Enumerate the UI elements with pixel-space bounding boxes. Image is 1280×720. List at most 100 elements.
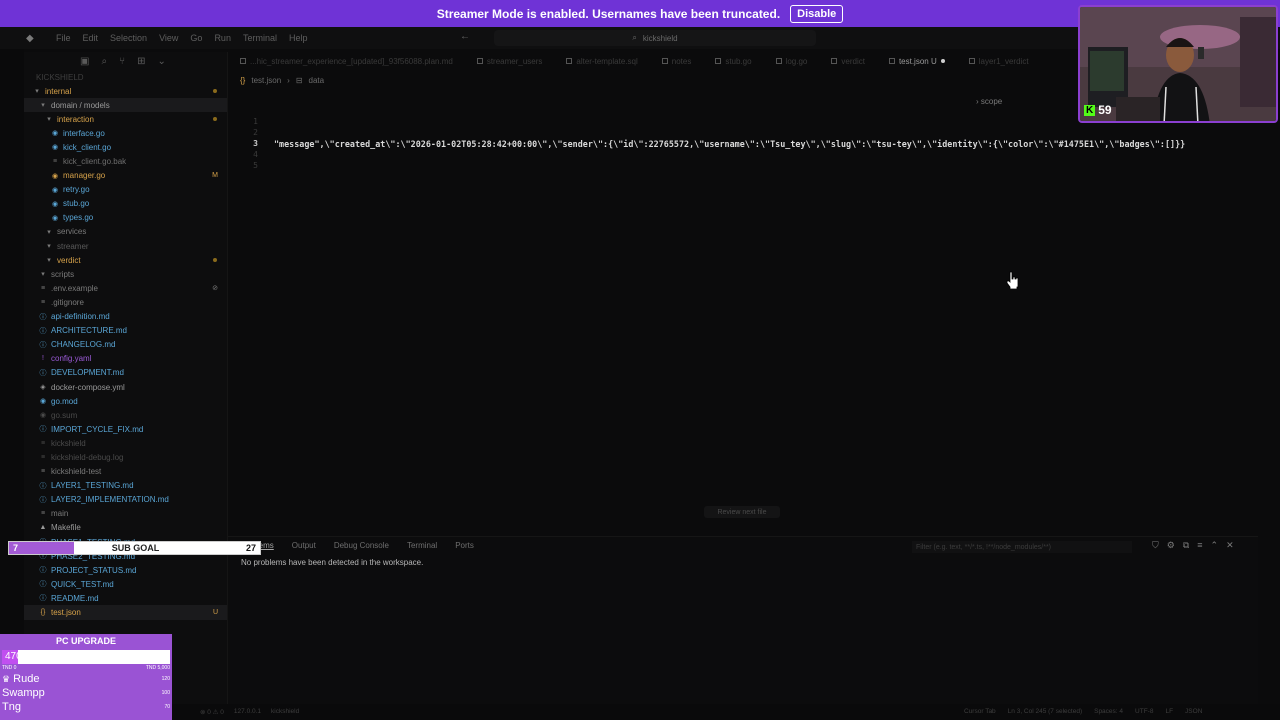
unsaved-dot-icon[interactable] xyxy=(940,59,945,63)
menu-go[interactable]: Go xyxy=(190,33,202,43)
code-editor[interactable]: 1 2 3 4 5 "message",\"created_at\":\"202… xyxy=(228,90,1258,530)
tree-item[interactable]: ⓘ CHANGELOG.md xyxy=(24,338,227,352)
editor-tab[interactable]: alter-template.sql xyxy=(554,52,649,70)
command-center[interactable]: ⌕ kickshield xyxy=(494,30,816,46)
status-language[interactable]: JSON xyxy=(1185,708,1202,715)
tree-item[interactable]: ⓘ DEVELOPMENT.md xyxy=(24,366,227,380)
tree-item[interactable]: ▾ internal xyxy=(24,84,227,98)
tree-item[interactable]: ⓘ ARCHITECTURE.md xyxy=(24,324,227,338)
status-cursor-tab[interactable]: Cursor Tab xyxy=(964,708,996,715)
tree-item[interactable]: ≡ kickshield-debug.log xyxy=(24,450,227,464)
filter-icon[interactable]: ⛉ xyxy=(1152,540,1159,551)
breadcrumb-key[interactable]: data xyxy=(309,76,325,85)
tree-item[interactable]: {} test.json U xyxy=(24,605,227,620)
status-problems[interactable]: ⊗ 0 ⚠ 0 xyxy=(200,708,224,716)
tree-item[interactable]: ◉ retry.go xyxy=(24,183,227,197)
go-file-icon: ◉ xyxy=(51,186,59,194)
tree-item[interactable]: ≡ kickshield xyxy=(24,436,227,450)
extensions-icon[interactable]: ⊞ xyxy=(137,56,145,67)
menu-edit[interactable]: Edit xyxy=(83,33,99,43)
search-icon[interactable]: ⌕ xyxy=(101,56,107,67)
tree-item[interactable]: ≡ .env.example ⊘ xyxy=(24,281,227,295)
tree-item-label: .gitignore xyxy=(51,297,84,307)
menu-selection[interactable]: Selection xyxy=(110,33,147,43)
close-icon[interactable]: ✕ xyxy=(1226,540,1234,551)
tree-item[interactable]: ⓘ LAYER1_TESTING.md xyxy=(24,479,227,493)
disable-button[interactable]: Disable xyxy=(790,4,844,23)
menu-view[interactable]: View xyxy=(159,33,178,43)
menu-terminal[interactable]: Terminal xyxy=(243,33,277,43)
tree-item-label: DEVELOPMENT.md xyxy=(51,368,124,378)
tree-item[interactable]: ≡ kickshield-test xyxy=(24,465,227,479)
md-file-icon: ⓘ xyxy=(39,595,47,603)
copy-icon[interactable]: ⧉ xyxy=(1183,540,1189,551)
editor-tab[interactable]: layer1_verdict xyxy=(957,52,1041,70)
tree-item-label: kickshield-debug.log xyxy=(51,452,124,462)
editor-tab[interactable]: verdict xyxy=(819,52,877,70)
problems-filter-input[interactable]: Filter (e.g. text, **/*.ts, !**/node_mod… xyxy=(912,541,1132,553)
status-indent[interactable]: Spaces: 4 xyxy=(1094,708,1123,715)
status-project[interactable]: kickshield xyxy=(271,708,299,716)
status-position[interactable]: Ln 3, Col 245 (7 selected) xyxy=(1008,708,1082,715)
tab-debug-console[interactable]: Debug Console xyxy=(334,541,389,550)
editor-tab[interactable]: ...hic_streamer_experience_[updated]_93f… xyxy=(228,52,465,70)
menu-help[interactable]: Help xyxy=(289,33,308,43)
chevron-down-icon[interactable]: ⌄ xyxy=(157,56,165,67)
tree-item[interactable]: ▾ interaction xyxy=(24,112,227,126)
tree-item[interactable]: ⓘ PROJECT_STATUS.md xyxy=(24,563,227,577)
tree-item-label: Makefile xyxy=(51,523,81,533)
status-encoding[interactable]: UTF-8 xyxy=(1135,708,1153,715)
tree-item[interactable]: ▾ services xyxy=(24,225,227,239)
tree-item[interactable]: ! config.yaml xyxy=(24,352,227,366)
tree-item[interactable]: ⓘ api-definition.md xyxy=(24,310,227,324)
settings-icon[interactable]: ⚙ xyxy=(1167,540,1175,551)
tab-label: stub.go xyxy=(725,56,752,66)
tree-item[interactable]: ◉ interface.go xyxy=(24,126,227,140)
review-next-file-button[interactable]: Review next file xyxy=(704,506,780,518)
tab-terminal[interactable]: Terminal xyxy=(407,541,437,550)
editor-tab[interactable]: log.go xyxy=(764,52,820,70)
source-control-icon[interactable]: ⑂ xyxy=(119,56,125,67)
tab-ports[interactable]: Ports xyxy=(455,541,474,550)
tree-item[interactable]: ⓘ README.md xyxy=(24,591,227,605)
tree-item[interactable]: ◉ manager.go M xyxy=(24,169,227,183)
back-arrow-icon[interactable]: ← xyxy=(460,31,470,42)
menu-file[interactable]: File xyxy=(56,33,71,43)
tree-item[interactable]: ≡ kick_client.go.bak xyxy=(24,154,227,168)
tab-output[interactable]: Output xyxy=(292,541,316,550)
tree-item[interactable]: ◉ go.sum xyxy=(24,408,227,422)
activity-bar xyxy=(0,49,24,704)
tree-item-label: config.yaml xyxy=(51,354,92,364)
files-icon[interactable]: ▣ xyxy=(80,56,89,67)
menu-run[interactable]: Run xyxy=(214,33,231,43)
tree-item[interactable]: ▾ streamer xyxy=(24,239,227,253)
breadcrumb-file[interactable]: test.json xyxy=(251,76,281,85)
tree-item[interactable]: ≡ main xyxy=(24,507,227,521)
tree-item[interactable]: ◉ stub.go xyxy=(24,197,227,211)
tree-item[interactable]: ◈ docker-compose.yml xyxy=(24,380,227,394)
tree-item[interactable]: ▲ Makefile xyxy=(24,521,227,535)
sub-goal-widget: 7 SUB GOAL 27 xyxy=(8,541,261,555)
viewer-count: 59 xyxy=(1098,103,1112,117)
tree-item[interactable]: ≡ .gitignore xyxy=(24,295,227,309)
tree-item[interactable]: ◉ types.go xyxy=(24,211,227,225)
editor-tab[interactable]: stub.go xyxy=(703,52,763,70)
tree-item[interactable]: ⓘ LAYER2_IMPLEMENTATION.md xyxy=(24,493,227,507)
menu-icon[interactable]: ≡ xyxy=(1197,540,1202,551)
editor-tab[interactable]: notes xyxy=(650,52,704,70)
editor-tab[interactable]: test.json U xyxy=(877,52,957,70)
status-remote[interactable]: 127.0.0.1 xyxy=(234,708,261,716)
status-eol[interactable]: LF xyxy=(1165,708,1173,715)
tree-item[interactable]: ▾ scripts xyxy=(24,267,227,281)
tab-label: log.go xyxy=(785,56,808,66)
tree-item[interactable]: ◉ kick_client.go xyxy=(24,140,227,154)
tree-item[interactable]: ⓘ IMPORT_CYCLE_FIX.md xyxy=(24,422,227,436)
code-line[interactable]: "message",\"created_at\":\"2026-01-02T05… xyxy=(274,139,1185,149)
editor-tab[interactable]: streamer_users xyxy=(465,52,555,70)
chevron-up-icon[interactable]: ⌃ xyxy=(1211,540,1219,551)
tree-item[interactable]: ▾ domain / models xyxy=(24,98,227,113)
go-file-icon: ◉ xyxy=(51,130,59,138)
tree-item[interactable]: ▾ verdict xyxy=(24,253,227,267)
tree-item[interactable]: ⓘ QUICK_TEST.md xyxy=(24,577,227,591)
tree-item[interactable]: ◉ go.mod xyxy=(24,394,227,408)
